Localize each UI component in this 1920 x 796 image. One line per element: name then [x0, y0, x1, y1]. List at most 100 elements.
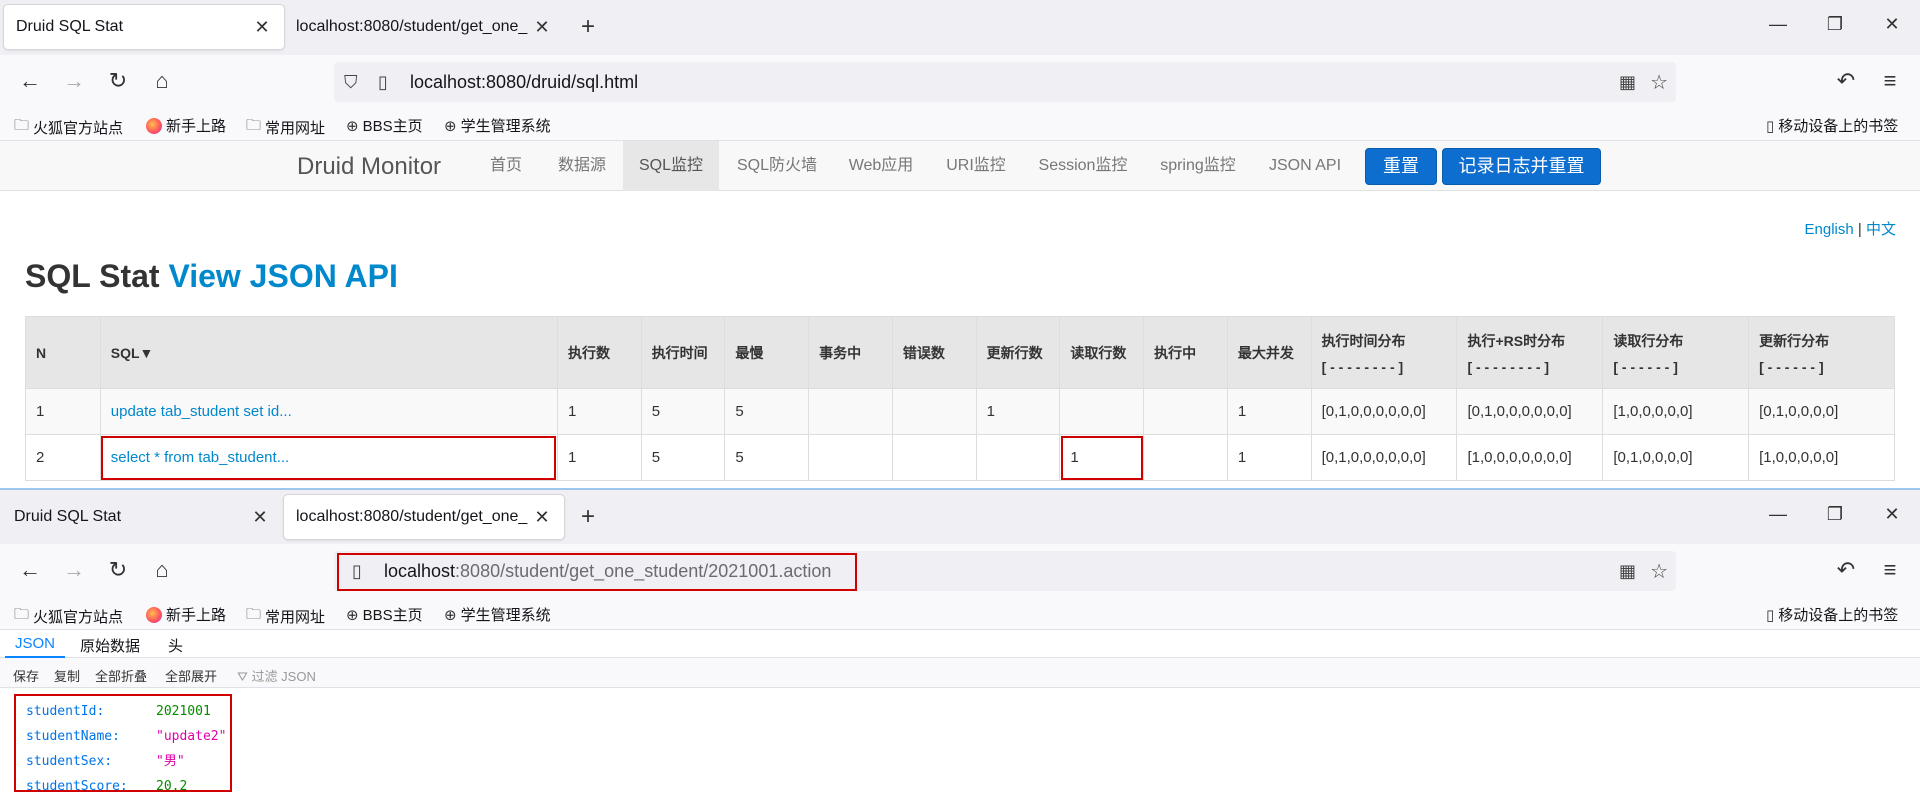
json-row[interactable]: studentScore: 20.2 — [26, 775, 187, 796]
bookmark-item[interactable]: ⊕ 学生管理系统 — [444, 604, 551, 625]
column-header[interactable]: 执行+RS时分布 [ - - - - - - - - ] — [1456, 316, 1604, 389]
menu-icon[interactable]: ≡ — [1876, 67, 1904, 95]
tab-druid-sql-stat[interactable]: Druid SQL Stat ✕ — [4, 5, 284, 49]
reload-icon[interactable]: ↻ — [104, 67, 132, 95]
column-header[interactable]: 读取行分布 [ - - - - - - ] — [1602, 316, 1750, 389]
column-header[interactable]: N — [25, 316, 101, 389]
url-bar[interactable]: ⛉ ▯ localhost:8080/druid/sql.html ▦ ☆ — [334, 62, 1676, 102]
restore-icon[interactable]: ❐ — [1823, 14, 1847, 35]
lang-english-link[interactable]: English — [1805, 221, 1854, 238]
mobile-bookmarks[interactable]: ▯ 移动设备上的书签 — [1766, 604, 1898, 625]
column-header[interactable]: 最慢 — [724, 316, 810, 389]
back-icon[interactable]: ← — [16, 556, 44, 584]
window-close-icon[interactable]: ✕ — [1880, 504, 1904, 525]
column-header-sub: [ - - - - - - - - ] — [1321, 358, 1404, 375]
close-icon[interactable]: ✕ — [250, 507, 270, 528]
shield-icon[interactable]: ⛉ — [344, 72, 366, 93]
collapse-all-button[interactable]: 全部折叠 — [95, 666, 147, 685]
reset-button[interactable]: 重置 — [1365, 148, 1437, 185]
minimize-icon[interactable]: — — [1766, 504, 1790, 525]
view-json-api-link[interactable]: View JSON API — [168, 258, 397, 294]
table-cell: 1 — [25, 388, 101, 435]
window-close-icon[interactable]: ✕ — [1880, 14, 1904, 35]
tab-raw-data[interactable]: 原始数据 — [80, 635, 140, 656]
log-and-reset-button[interactable]: 记录日志并重置 — [1442, 148, 1601, 185]
column-header[interactable]: 错误数 — [891, 316, 977, 389]
tab-json[interactable]: JSON — [4, 635, 66, 658]
table-cell: 1 — [1226, 388, 1312, 435]
column-header[interactable]: 事务中 — [808, 316, 893, 389]
bookmark-item[interactable]: 新手上路 — [146, 604, 226, 625]
json-key: studentName: — [26, 729, 120, 744]
bookmark-item[interactable]: 🗀 常用网址 — [246, 604, 325, 629]
nav-session-monitor[interactable]: Session监控 — [1025, 141, 1141, 191]
minimize-icon[interactable]: — — [1766, 14, 1790, 35]
qr-code-icon[interactable]: ▦ — [1619, 72, 1636, 93]
json-row[interactable]: studentId: 2021001 — [26, 700, 211, 724]
globe-icon: ⊕ — [346, 117, 359, 135]
bookmark-item[interactable]: ⊕ 学生管理系统 — [444, 115, 551, 136]
new-tab-icon[interactable]: + — [574, 503, 602, 531]
close-icon[interactable]: ✕ — [532, 507, 552, 528]
url-text[interactable]: localhost:8080/druid/sql.html — [410, 72, 638, 93]
filter-json-input[interactable]: ⛛ 过滤 JSON — [237, 666, 316, 685]
nav-datasource[interactable]: 数据源 — [543, 141, 621, 191]
lang-chinese-link[interactable]: 中文 — [1866, 221, 1896, 238]
bookmark-star-icon[interactable]: ☆ — [1650, 70, 1668, 95]
bookmark-item[interactable]: ⊕ BBS主页 — [346, 604, 423, 625]
nav-sql-firewall[interactable]: SQL防火墙 — [721, 141, 833, 191]
bookmark-star-icon[interactable]: ☆ — [1650, 559, 1668, 584]
bookmark-item[interactable]: ⊕ BBS主页 — [346, 115, 423, 136]
nav-home[interactable]: 首页 — [474, 141, 538, 191]
column-header[interactable]: 更新行分布 [ - - - - - - ] — [1748, 316, 1895, 389]
nav-json-api[interactable]: JSON API — [1255, 141, 1355, 191]
undo-icon[interactable]: ↶ — [1832, 67, 1860, 95]
new-tab-icon[interactable]: + — [574, 13, 602, 41]
column-header[interactable]: 执行中 — [1143, 316, 1228, 389]
reload-icon[interactable]: ↻ — [104, 556, 132, 584]
column-header[interactable]: 执行时间 — [640, 316, 726, 389]
bookmark-item[interactable]: 🗀 火狐官方站点 — [14, 115, 123, 140]
tab-headers[interactable]: 头 — [168, 635, 183, 656]
json-row[interactable]: studentName: "update2" — [26, 725, 226, 749]
home-icon[interactable]: ⌂ — [148, 67, 176, 95]
json-row[interactable]: studentSex: "男" — [26, 750, 185, 774]
copy-button[interactable]: 复制 — [54, 666, 80, 685]
table-cell — [1143, 434, 1228, 481]
bookmark-item[interactable]: 🗀 火狐官方站点 — [14, 604, 123, 629]
qr-code-icon[interactable]: ▦ — [1619, 561, 1636, 582]
undo-icon[interactable]: ↶ — [1832, 556, 1860, 584]
close-icon[interactable]: ✕ — [532, 17, 552, 38]
column-header[interactable]: 执行数 — [556, 316, 642, 389]
sql-link-cell[interactable]: select * from tab_student... — [99, 434, 558, 481]
tab-druid-sql-stat[interactable]: Druid SQL Stat ✕ — [2, 495, 282, 539]
tab-get-one-student[interactable]: localhost:8080/student/get_one_ ✕ — [284, 5, 564, 49]
forward-icon[interactable]: → — [60, 556, 88, 584]
sql-link-cell[interactable]: update tab_student set id... — [99, 388, 558, 435]
column-header[interactable]: 读取行数 — [1059, 316, 1145, 389]
bookmark-item[interactable]: 新手上路 — [146, 115, 226, 136]
column-header[interactable]: 执行时间分布 [ - - - - - - - - ] — [1310, 316, 1458, 389]
restore-icon[interactable]: ❐ — [1823, 504, 1847, 525]
filter-icon: ⛛ — [237, 669, 248, 684]
forward-icon[interactable]: → — [60, 67, 88, 95]
column-header[interactable]: 更新行数 — [975, 316, 1061, 389]
brand[interactable]: Druid Monitor — [297, 153, 441, 181]
nav-uri-monitor[interactable]: URI监控 — [929, 141, 1023, 191]
bookmark-item[interactable]: 🗀 常用网址 — [246, 115, 325, 140]
menu-icon[interactable]: ≡ — [1876, 556, 1904, 584]
table-cell: [0,1,0,0,0,0,0,0] — [1310, 388, 1458, 435]
url-bar[interactable]: ▯ localhost:8080/student/get_one_student… — [334, 551, 1676, 591]
expand-all-button[interactable]: 全部展开 — [165, 666, 217, 685]
close-icon[interactable]: ✕ — [252, 17, 272, 38]
save-button[interactable]: 保存 — [13, 666, 39, 685]
nav-sql-monitor[interactable]: SQL监控 — [623, 141, 719, 191]
home-icon[interactable]: ⌂ — [148, 556, 176, 584]
tab-get-one-student[interactable]: localhost:8080/student/get_one_ ✕ — [284, 495, 564, 539]
nav-spring-monitor[interactable]: spring监控 — [1143, 141, 1253, 191]
mobile-bookmarks[interactable]: ▯ 移动设备上的书签 — [1766, 115, 1898, 136]
column-header[interactable]: 最大并发 — [1226, 316, 1312, 389]
nav-web-app[interactable]: Web应用 — [835, 141, 927, 191]
back-icon[interactable]: ← — [16, 67, 44, 95]
column-header[interactable]: SQL▼ — [99, 316, 558, 389]
